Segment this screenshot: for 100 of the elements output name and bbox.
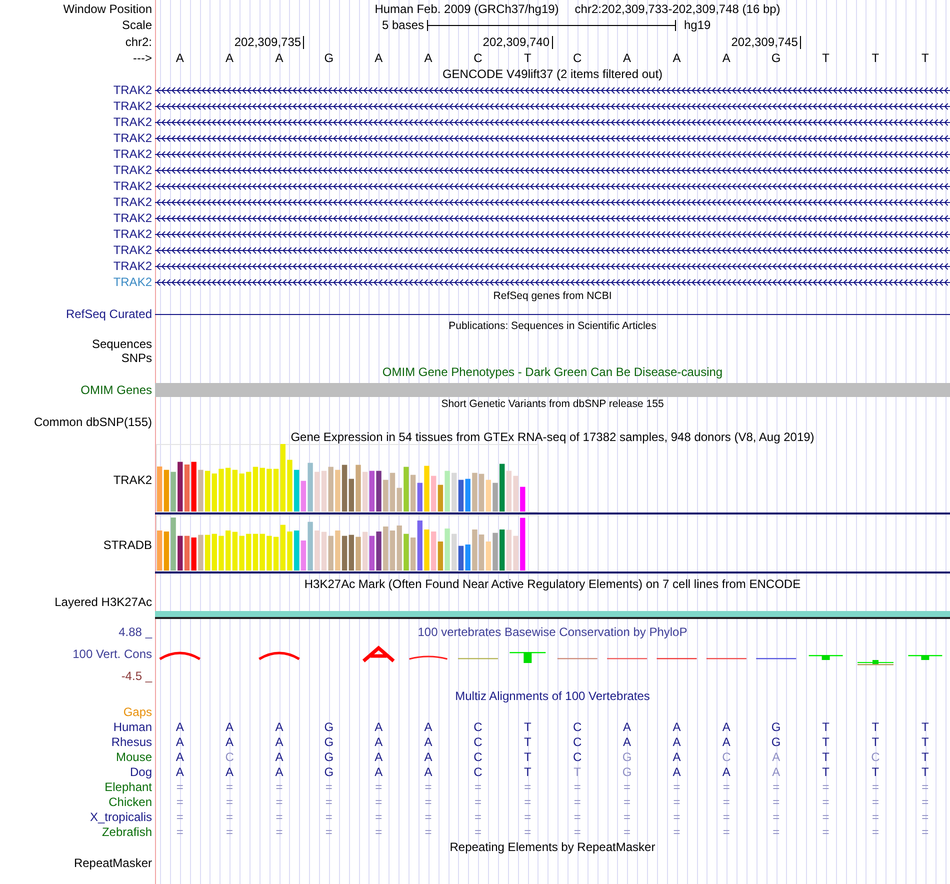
species-label[interactable]: Dog [130,763,152,781]
base-letter: T [821,749,830,766]
track-label[interactable]: STRADB [103,536,152,554]
transcript-feature[interactable] [155,148,950,160]
gene-label[interactable]: TRAK2 [113,257,152,275]
gene-label[interactable]: TRAK2 [113,193,152,211]
transcript-feature[interactable] [155,116,950,128]
track-label[interactable]: Layered H3K27Ac [54,593,152,611]
base-letter: = [672,794,682,811]
base-letter: = [274,824,284,841]
ruler-position-label: 202,309,740 [482,36,552,48]
track-label[interactable]: RefSeq Curated [66,305,152,323]
transcript-feature[interactable] [155,228,950,240]
base-letter: = [722,794,731,811]
transcript-feature[interactable] [155,212,950,224]
base-letter: A [274,50,284,67]
transcript-feature[interactable] [155,244,950,256]
base-letter: = [175,824,184,841]
base-letter: = [523,809,532,826]
base-letter: = [424,794,433,811]
base-letter: = [772,794,781,811]
transcript-feature[interactable] [155,196,950,208]
base-letter: T [821,719,830,736]
species-label[interactable]: Elephant [104,778,152,796]
base-letter: = [274,779,284,796]
base-letter: C [870,749,881,766]
base-letter: C [472,734,484,751]
conservation-score-mark [458,658,498,660]
transcript-feature[interactable] [155,84,950,96]
base-letter: = [821,794,830,811]
track-label[interactable]: 100 Vert. Cons [72,645,152,663]
base-letter: = [523,824,532,841]
gene-label[interactable]: TRAK2 [113,273,152,291]
track-label[interactable]: Common dbSNP(155) [34,413,152,431]
base-letter: = [572,809,582,826]
base-letter: T [870,719,880,736]
base-letter: G [323,749,335,766]
gene-label[interactable]: TRAK2 [113,161,152,179]
base-letter: T [522,749,532,766]
track-title: Gene Expression in 54 tissues from GTEx RNA-seq of 17382 samples, 948 donors (V8, Aug 2019) [290,429,814,446]
gene-label[interactable]: TRAK2 [113,81,152,99]
base-letter: A [274,764,284,781]
species-label[interactable]: Mouse [116,748,152,766]
transcript-feature[interactable] [155,132,950,144]
gene-label[interactable]: TRAK2 [113,113,152,131]
base-letter: G [323,719,335,736]
base-letter: G [323,50,335,67]
track-title: GENCODE V49lift37 (2 items filtered out) [442,66,663,83]
transcript-feature[interactable] [155,260,950,272]
gene-label[interactable]: TRAK2 [113,145,152,163]
gene-label[interactable]: TRAK2 [113,225,152,243]
base-letter: A [374,764,384,781]
scale-text: 5 bases [380,17,425,34]
gene-label[interactable]: TRAK2 [113,129,152,147]
base-letter: T [870,734,880,751]
base-letter: = [572,824,582,841]
row-label: Window Position [63,1,152,18]
track-label[interactable]: TRAK2 [113,470,152,488]
base-letter: G [621,749,633,766]
base-letter: A [721,719,732,736]
base-letter: T [920,749,930,766]
species-label[interactable]: Zebrafish [102,823,152,841]
base-letter: = [772,779,781,796]
base-letter: = [225,794,234,811]
transcript-feature[interactable] [155,180,950,192]
base-letter: A [423,50,434,67]
species-label[interactable]: Human [113,718,152,736]
track-label[interactable]: OMIM Genes [80,381,152,399]
track-label[interactable]: RepeatMasker [74,854,152,872]
gene-label[interactable]: TRAK2 [113,177,152,195]
base-letter: A [423,719,434,736]
base-letter: T [821,764,830,781]
base-letter: A [721,764,732,781]
gene-label[interactable]: TRAK2 [113,97,152,115]
transcript-feature[interactable] [155,276,950,288]
transcript-feature[interactable] [155,164,950,176]
gene-label[interactable]: TRAK2 [113,209,152,227]
track-title: H3K27Ac Mark (Often Found Near Active Regulatory Elements) on 7 cell lines from ENCODE [304,576,801,593]
base-letter: A [771,749,782,766]
base-letter: T [920,50,930,67]
base-letter: = [523,794,532,811]
conservation-score-mark [362,646,396,663]
base-letter: C [721,749,732,766]
base-letter: = [622,809,632,826]
species-label[interactable]: Rhesus [111,733,152,751]
track-title: OMIM Gene Phenotypes - Dark Green Can Be Disease-causing [382,364,723,381]
base-letter: = [722,824,731,841]
conservation-score-mark [557,658,598,660]
base-letter: A [423,749,434,766]
species-label[interactable]: X_tropicalis [90,808,152,826]
base-letter: = [672,809,682,826]
gene-label[interactable]: TRAK2 [113,241,152,259]
base-letter: T [920,719,930,736]
species-label[interactable]: Chicken [108,793,152,811]
base-letter: = [572,794,582,811]
base-letter: = [274,794,284,811]
conservation-score-mark [656,658,697,660]
base-letter: A [274,734,284,751]
base-letter: = [870,824,880,841]
transcript-feature[interactable] [155,100,950,112]
